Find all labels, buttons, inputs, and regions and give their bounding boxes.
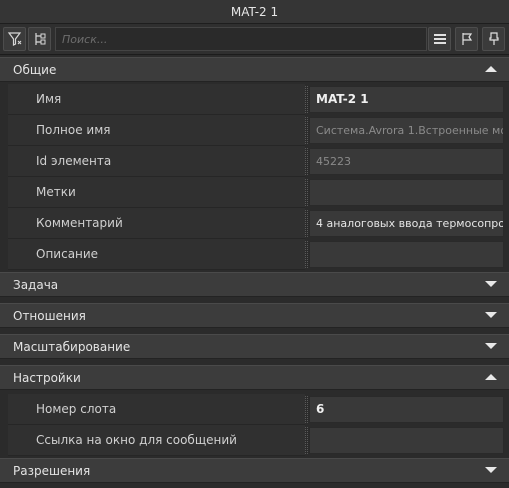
property-label: Ссылка на окно для сообщений <box>8 425 305 456</box>
description-value-field[interactable] <box>309 241 504 268</box>
flag-icon[interactable] <box>455 27 478 51</box>
list-view-icon[interactable] <box>428 27 451 51</box>
property-label: Полное имя <box>8 115 305 146</box>
comment-value-field[interactable]: 4 аналоговых ввода термосопрот <box>309 210 504 237</box>
expand-arrow-icon[interactable] <box>485 467 497 473</box>
collapse-arrow-icon[interactable] <box>485 66 497 72</box>
category-settings[interactable]: Настройки <box>0 365 509 390</box>
category-label: Общие <box>13 62 57 77</box>
category-permissions[interactable]: Разрешения <box>0 458 509 483</box>
property-label: Описание <box>8 239 305 270</box>
slot-number-value-field[interactable]: 6 <box>309 396 504 423</box>
property-label: Метки <box>8 177 305 208</box>
category-scaling[interactable]: Масштабирование <box>0 334 509 359</box>
property-row-full-name: Полное имя Система.Avrora 1.Встроенные м… <box>0 115 509 146</box>
property-row-comment: Комментарий 4 аналоговых ввода термосопр… <box>0 208 509 239</box>
filter-icon[interactable] <box>3 27 26 51</box>
property-label: Комментарий <box>8 208 305 239</box>
category-task[interactable]: Задача <box>0 272 509 297</box>
category-relations[interactable]: Отношения <box>0 303 509 328</box>
search-input[interactable] <box>55 27 427 51</box>
toolbar <box>0 24 509 55</box>
property-row-description: Описание <box>0 239 509 270</box>
full-name-value-field[interactable]: Система.Avrora 1.Встроенные мо... <box>309 117 504 144</box>
property-label: Id элемента <box>8 146 305 177</box>
property-row-message-window-link: Ссылка на окно для сообщений <box>0 425 509 456</box>
property-label: Номер слота <box>8 394 305 425</box>
expand-arrow-icon[interactable] <box>485 312 497 318</box>
collapse-arrow-icon[interactable] <box>485 374 497 380</box>
category-label: Отношения <box>13 308 86 323</box>
message-window-link-value-field[interactable] <box>309 427 504 454</box>
category-label: Масштабирование <box>13 339 131 354</box>
property-row-element-id: Id элемента 45223 <box>0 146 509 177</box>
tree-expand-icon[interactable] <box>28 27 51 51</box>
category-label: Настройки <box>13 370 81 385</box>
property-row-tags: Метки <box>0 177 509 208</box>
pin-icon[interactable] <box>482 27 505 51</box>
category-label: Задача <box>13 277 59 292</box>
category-label: Разрешения <box>13 463 91 478</box>
property-row-slot-number: Номер слота 6 <box>0 394 509 425</box>
tags-value-field[interactable] <box>309 179 504 206</box>
element-id-value-field[interactable]: 45223 <box>309 148 504 175</box>
expand-arrow-icon[interactable] <box>485 281 497 287</box>
window-title: MAT-2 1 <box>0 0 509 24</box>
property-label: Имя <box>8 84 305 115</box>
expand-arrow-icon[interactable] <box>485 343 497 349</box>
category-general[interactable]: Общие <box>0 57 509 82</box>
property-row-name: Имя MAT-2 1 <box>0 84 509 115</box>
name-value-field[interactable]: MAT-2 1 <box>309 86 504 113</box>
